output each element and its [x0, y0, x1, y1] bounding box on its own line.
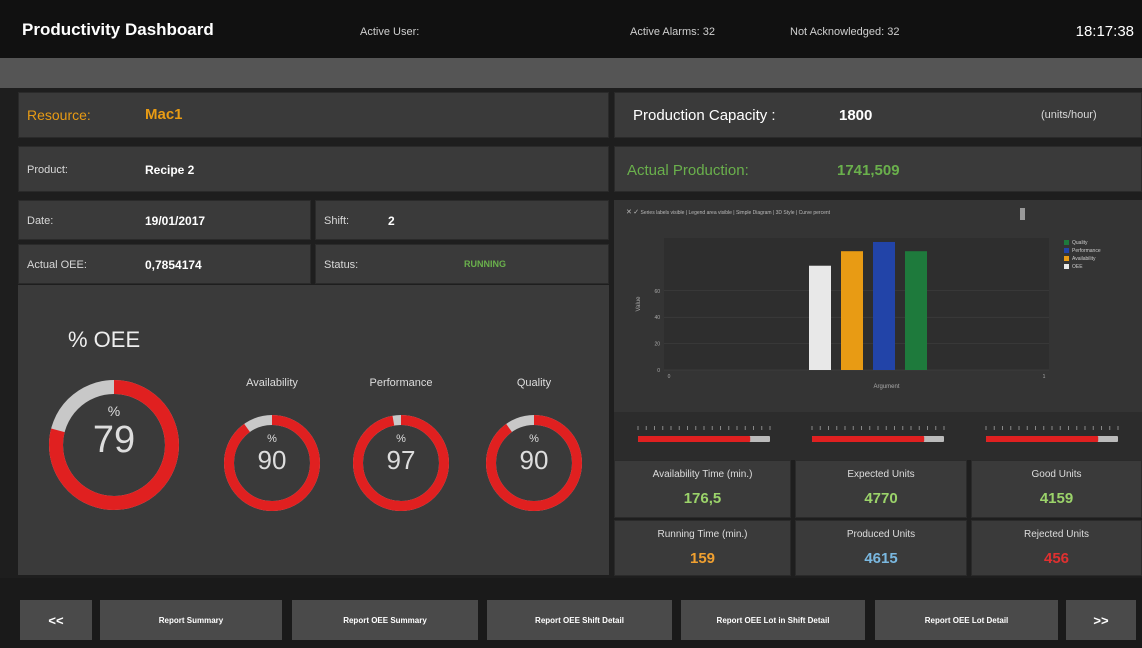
report-oee-lot-detail-button[interactable]: Report OEE Lot Detail — [875, 600, 1058, 640]
next-button[interactable]: >> — [1066, 600, 1136, 640]
x-tick-label: 0 — [668, 374, 671, 380]
status-label: Status: — [324, 259, 359, 271]
header-divider-strip — [0, 58, 1142, 88]
y-tick-label: 0 — [657, 368, 660, 374]
tile-label: Expected Units — [847, 469, 915, 480]
shift-value: 2 — [388, 214, 395, 228]
product-value: Recipe 2 — [145, 163, 195, 177]
tile-value: 456 — [1043, 550, 1070, 567]
report-oee-shift-detail-button[interactable]: Report OEE Shift Detail — [487, 600, 672, 640]
rejected-units-tile: Rejected Units 456 — [971, 520, 1142, 576]
actual-production-panel: Actual Production: 1741,509 — [614, 146, 1142, 192]
report-summary-button[interactable]: Report Summary — [100, 600, 282, 640]
date-value: 19/01/2017 — [145, 214, 206, 228]
good-units-tile: Good Units 4159 — [971, 460, 1142, 518]
chart-svg: 0 20 40 60 0 1 Value Argument Quality Performance… — [636, 238, 1101, 390]
date-label: Date: — [27, 215, 54, 227]
availability-value: 90 — [257, 445, 287, 475]
tile-label: Good Units — [1031, 469, 1082, 480]
legend-label: Quality — [1072, 240, 1088, 246]
tile-label: Running Time (min.) — [657, 529, 748, 540]
report-oee-lot-in-shift-detail-button[interactable]: Report OEE Lot in Shift Detail — [681, 600, 865, 640]
tile-value: 176,5 — [683, 490, 722, 507]
y-axis-label: Value — [636, 296, 642, 312]
status-panel: Status: RUNNING — [315, 244, 609, 284]
quality-label: Quality — [516, 377, 552, 389]
legend-swatch — [1064, 256, 1069, 261]
slider-fill — [812, 436, 925, 442]
capacity-panel: Production Capacity : 1800 (units/hour) — [614, 92, 1142, 138]
x-tick-label: 1 — [1043, 374, 1046, 380]
clock: 18:17:38 — [1075, 23, 1134, 40]
slider-fill — [638, 436, 751, 442]
quality-percent-symbol: % — [529, 433, 539, 445]
running-time-tile: Running Time (min.) 159 — [614, 520, 791, 576]
legend-swatch — [1064, 248, 1069, 253]
produced-units-tile: Produced Units 4615 — [795, 520, 967, 576]
tile-value: 4159 — [1039, 490, 1074, 507]
tile-value: 159 — [689, 550, 716, 567]
tile-label: Produced Units — [846, 529, 916, 540]
shift-label: Shift: — [324, 215, 350, 227]
actual-oee-value: 0,7854174 — [145, 258, 202, 272]
date-panel: Date: 19/01/2017 — [18, 200, 311, 240]
x-axis-label: Argument — [873, 384, 899, 390]
bar — [841, 251, 863, 370]
oee-bar-chart-panel: ✕ ✓ Series labels visible | Legend area … — [614, 200, 1142, 412]
bar — [905, 251, 927, 370]
actual-oee-panel: Actual OEE: 0,7854174 — [18, 244, 311, 284]
active-user-label: Active User: — [360, 26, 420, 38]
y-tick-label: 60 — [654, 289, 660, 295]
resource-value: Mac1 — [145, 106, 183, 123]
availability-time-tile: Availability Time (min.) 176,5 — [614, 460, 791, 518]
actual-oee-label: Actual OEE: — [27, 259, 87, 271]
tile-label: Rejected Units — [1023, 529, 1090, 540]
shift-panel: Shift: 2 — [315, 200, 609, 240]
tile-value: 4615 — [864, 550, 898, 567]
actual-production-value: 1741,509 — [837, 162, 900, 179]
product-panel: Product: Recipe 2 — [18, 146, 609, 192]
product-label: Product: — [27, 164, 68, 176]
bar — [809, 265, 831, 370]
previous-button[interactable]: << — [20, 600, 92, 640]
capacity-value: 1800 — [839, 107, 873, 124]
resource-label: Resource: — [27, 107, 91, 123]
bar — [873, 241, 895, 370]
legend-label: OEE — [1072, 264, 1083, 270]
oee-gauges-panel: % OEE % 79 Availability % 90 Performance… — [18, 285, 609, 575]
legend-label: Performance — [1072, 248, 1101, 254]
sliders-svg — [637, 426, 1119, 442]
oee-percent-symbol: % — [107, 403, 121, 419]
performance-percent-symbol: % — [396, 433, 406, 445]
quality-value: 90 — [519, 445, 549, 475]
expected-units-tile: Expected Units 4770 — [795, 460, 967, 518]
performance-value: 97 — [386, 445, 416, 475]
report-oee-summary-button[interactable]: Report OEE Summary — [292, 600, 478, 640]
availability-percent-symbol: % — [267, 433, 277, 445]
capacity-unit: (units/hour) — [1041, 109, 1097, 121]
header-bar: Productivity Dashboard Active User: Acti… — [0, 0, 1142, 58]
active-alarms-label[interactable]: Active Alarms: 32 — [630, 26, 715, 38]
availability-label: Availability — [246, 377, 298, 389]
legend-label: Availability — [1072, 256, 1096, 262]
not-acknowledged-label[interactable]: Not Acknowledged: 32 — [790, 26, 899, 38]
tile-label: Availability Time (min.) — [652, 469, 753, 480]
y-tick-label: 40 — [654, 315, 660, 321]
resource-panel: Resource: Mac1 — [18, 92, 609, 138]
tile-value: 4770 — [864, 490, 898, 507]
legend-swatch — [1064, 240, 1069, 245]
oee-value: 79 — [92, 419, 136, 461]
legend-swatch — [1064, 264, 1069, 269]
status-badge: RUNNING — [464, 259, 506, 269]
y-tick-label: 20 — [654, 342, 660, 348]
actual-production-label: Actual Production: — [627, 162, 749, 179]
performance-label: Performance — [369, 377, 433, 389]
page-title: Productivity Dashboard — [22, 20, 214, 39]
capacity-label: Production Capacity : — [633, 107, 776, 124]
progress-sliders — [614, 412, 1142, 460]
slider-fill — [986, 436, 1099, 442]
